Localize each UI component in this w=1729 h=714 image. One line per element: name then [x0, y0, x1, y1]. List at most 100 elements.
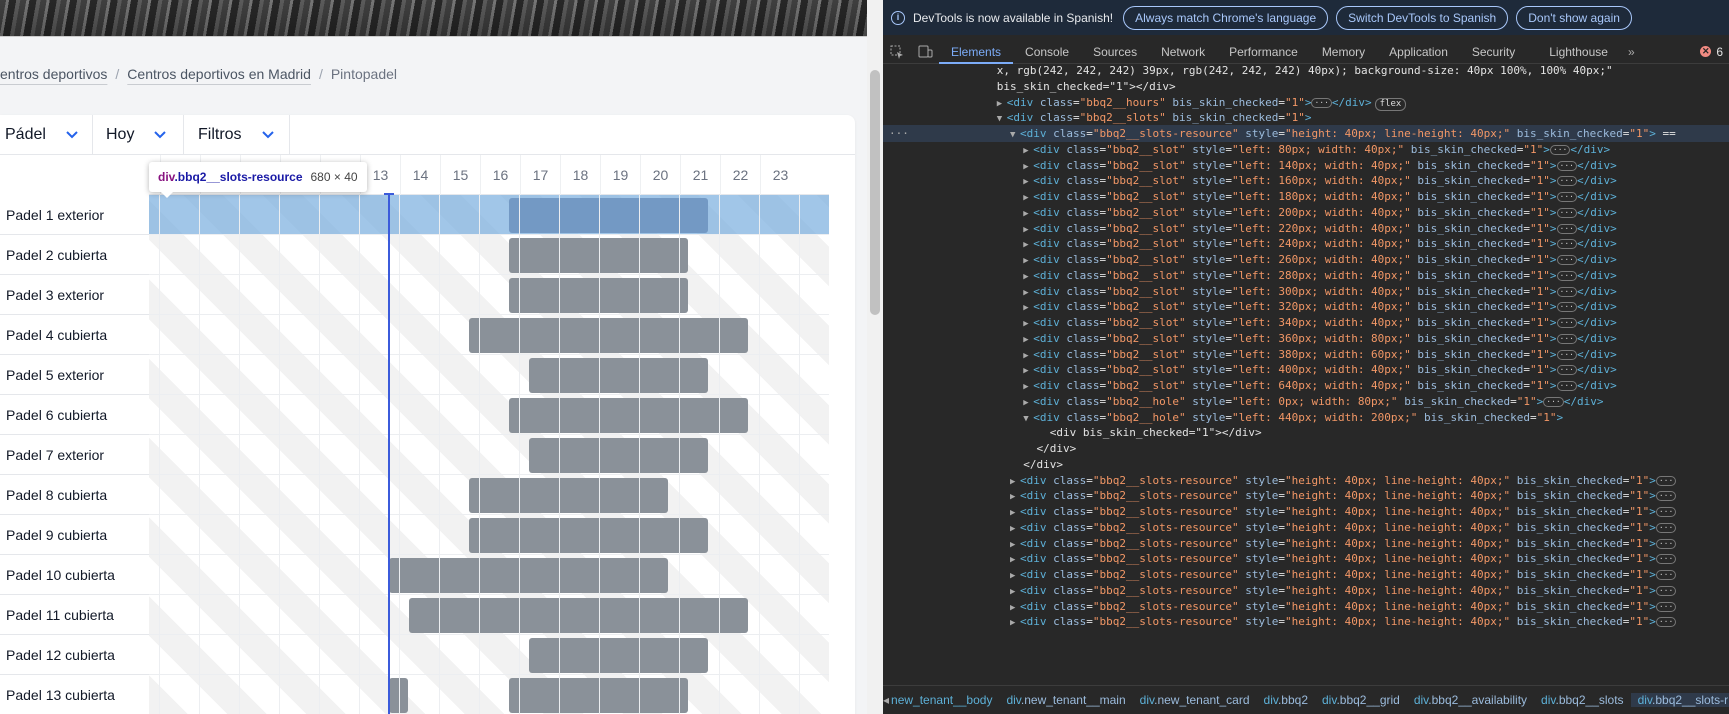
error-counter[interactable]: ✕ 6	[1700, 45, 1729, 59]
dom-node[interactable]: ▶ <div class="bbq2__slot" style="left: 40…	[883, 361, 1729, 378]
dom-node[interactable]: ▼ <div class="bbq2__slots" bis_skin_check…	[883, 109, 1729, 126]
dom-node[interactable]: ▶ <div class="bbq2__slots-resource" style…	[883, 598, 1729, 615]
node-actions-icon[interactable]: ···	[889, 125, 909, 142]
slots-resource-row[interactable]	[149, 635, 829, 675]
grid-line	[479, 195, 480, 714]
scrollbar-thumb[interactable]	[870, 70, 880, 315]
language-infobar: i DevTools is now available in Spanish! …	[883, 0, 1729, 35]
hour-label: 15	[440, 155, 480, 195]
dom-node[interactable]: ▶ <div class="bbq2__slot" style="left: 14…	[883, 157, 1729, 174]
device-toolbar-icon[interactable]	[911, 40, 939, 64]
dom-node[interactable]: ▶ <div class="bbq2__slots-resource" style…	[883, 472, 1729, 489]
filter-bar: Pádel Hoy Filtros	[0, 115, 855, 155]
dom-node[interactable]: bis_skin_checked="1"></div>	[883, 78, 1729, 95]
crumb-class: .new_tenant_card	[1154, 693, 1250, 707]
date-filter[interactable]: Hoy	[93, 115, 184, 155]
court-name: Padel 13 cubierta	[0, 675, 149, 714]
dom-breadcrumb-item[interactable]: div.bbq2__availability	[1407, 693, 1534, 707]
dom-node[interactable]: </div>	[883, 456, 1729, 473]
dom-node[interactable]: ▶ <div class="bbq2__slot" style="left: 28…	[883, 267, 1729, 284]
tab-performance[interactable]: Performance	[1217, 40, 1310, 64]
dom-node[interactable]: ▶ <div class="bbq2__slots-resource" style…	[883, 613, 1729, 630]
inspect-element-icon[interactable]	[883, 40, 911, 64]
dom-node[interactable]: ▶ <div class="bbq2__slot" style="left: 24…	[883, 235, 1729, 252]
booked-slot	[529, 438, 708, 473]
tab-security[interactable]: Security	[1460, 40, 1527, 64]
tab-console[interactable]: Console	[1013, 40, 1081, 64]
slots-resource-row[interactable]	[149, 195, 829, 235]
switch-spanish-button[interactable]: Switch DevTools to Spanish	[1336, 5, 1509, 30]
more-filters[interactable]: Filtros	[184, 115, 290, 155]
dom-node[interactable]: </div>	[883, 440, 1729, 457]
collapsed-caret-icon[interactable]: ▶	[1010, 615, 1020, 632]
dom-breadcrumb-item[interactable]: div.bbq2__slots-r	[1630, 693, 1729, 707]
tab-elements[interactable]: Elements	[939, 40, 1014, 64]
dom-node[interactable]: ▶ <div class="bbq2__slot" style="left: 80…	[883, 141, 1729, 158]
dom-node[interactable]: ▶ <div class="bbq2__slots-resource" style…	[883, 503, 1729, 520]
dom-node[interactable]: ▶ <div class="bbq2__slots-resource" style…	[883, 566, 1729, 583]
more-tabs-icon[interactable]: »	[1620, 45, 1643, 59]
breadcrumb-link-madrid[interactable]: Centros deportivos en Madrid	[127, 66, 311, 82]
slots-resource-row[interactable]	[149, 675, 829, 714]
dom-node[interactable]: ▶ <div class="bbq2__slot" style="left: 16…	[883, 172, 1729, 189]
slots-resource-row[interactable]	[149, 235, 829, 275]
dom-node[interactable]: ▶ <div class="bbq2__slots-resource" style…	[883, 550, 1729, 567]
dom-node[interactable]: ▶ <div class="bbq2__slot" style="left: 64…	[883, 377, 1729, 394]
dom-breadcrumb-item[interactable]: div.new_tenant__main	[999, 693, 1132, 707]
tab-memory[interactable]: Memory	[1310, 40, 1377, 64]
dom-node[interactable]: ▶ <div class="bbq2__slot" style="left: 18…	[883, 188, 1729, 205]
dom-node[interactable]: ▶ <div class="bbq2__slots-resource" style…	[883, 519, 1729, 536]
crumb-tag: div	[1322, 693, 1337, 707]
dom-node[interactable]: ▶ <div class="bbq2__slot" style="left: 32…	[883, 298, 1729, 315]
slots-resource-row[interactable]	[149, 275, 829, 315]
sport-filter[interactable]: Pádel	[0, 115, 93, 155]
slots-resource-row[interactable]	[149, 475, 829, 515]
dom-breadcrumb-item[interactable]: div.bbq2__grid	[1315, 693, 1407, 707]
grid-line	[319, 195, 320, 714]
breadcrumb-link-centros[interactable]: entros deportivos	[0, 66, 107, 82]
dom-node[interactable]: ▶ <div class="bbq2__slot" style="left: 20…	[883, 204, 1729, 221]
dom-node[interactable]: <div bis_skin_checked="1"></div>	[883, 424, 1729, 441]
dom-node[interactable]: ▶ <div class="bbq2__slots-resource" style…	[883, 487, 1729, 504]
dom-node[interactable]: ▶ <div class="bbq2__hole" style="left: 0p…	[883, 393, 1729, 410]
dom-text: x, rgb(242, 242, 242) 39px, rgb(242, 242…	[996, 64, 1613, 77]
dom-node[interactable]: ▶ <div class="bbq2__slot" style="left: 30…	[883, 283, 1729, 300]
dom-node[interactable]: ▶ <div class="bbq2__hours" bis_skin_check…	[883, 94, 1729, 111]
current-time-line	[384, 193, 394, 714]
tab-network[interactable]: Network	[1149, 40, 1217, 64]
dom-breadcrumb-item[interactable]: div.bbq2__slots	[1534, 693, 1631, 707]
grid-line	[519, 195, 520, 714]
dom-node[interactable]: x, rgb(242, 242, 242) 39px, rgb(242, 242…	[883, 62, 1729, 79]
booked-slot	[529, 638, 708, 673]
chevron-down-icon	[66, 129, 78, 141]
dom-node[interactable]: ▶ <div class="bbq2__slot" style="left: 34…	[883, 314, 1729, 331]
slots-resource-row[interactable]	[149, 355, 829, 395]
dom-node[interactable]: ▶ <div class="bbq2__slot" style="left: 22…	[883, 220, 1729, 237]
dom-node[interactable]: ▶ <div class="bbq2__slot" style="left: 26…	[883, 251, 1729, 268]
slots-resource-row[interactable]	[149, 395, 829, 435]
slots-resource-row[interactable]	[149, 555, 829, 595]
dom-breadcrumb-item[interactable]: div.new_tenant_card	[1133, 693, 1257, 707]
dom-breadcrumb-item[interactable]: div.bbq2	[1257, 693, 1315, 707]
dont-show-again-button[interactable]: Don't show again	[1516, 5, 1632, 30]
hour-label: 23	[760, 155, 800, 195]
slots-resource-row[interactable]	[149, 435, 829, 475]
tab-application[interactable]: Application	[1377, 40, 1460, 64]
dom-element-markup: <div class="bbq2__slots-resource" style=…	[1020, 615, 1677, 628]
slots-resource-row[interactable]	[149, 315, 829, 355]
dom-node[interactable]: ▶ <div class="bbq2__slots-resource" style…	[883, 582, 1729, 599]
tooltip-dimensions: 680 × 40	[310, 170, 358, 184]
dom-node[interactable]: ▼ <div class="bbq2__slots-resource" style…	[883, 125, 1729, 142]
slots-resource-row[interactable]	[149, 595, 829, 635]
slots-resource-row[interactable]	[149, 515, 829, 555]
dom-breadcrumb-item[interactable]: new_tenant__body	[889, 693, 999, 707]
tab-sources[interactable]: Sources	[1081, 40, 1149, 64]
dom-node[interactable]: ▼ <div class="bbq2__hole" style="left: 44…	[883, 409, 1729, 426]
tab-lighthouse[interactable]: Lighthouse	[1537, 40, 1620, 64]
dom-node[interactable]: ▶ <div class="bbq2__slot" style="left: 38…	[883, 346, 1729, 363]
dom-node[interactable]: ▶ <div class="bbq2__slot" style="left: 36…	[883, 330, 1729, 347]
dom-element-markup: <div class="bbq2__slot" style="left: 280…	[1033, 268, 1617, 282]
match-language-button[interactable]: Always match Chrome's language	[1123, 5, 1329, 30]
page-scrollbar[interactable]	[867, 0, 883, 714]
dom-node[interactable]: ▶ <div class="bbq2__slots-resource" style…	[883, 535, 1729, 552]
